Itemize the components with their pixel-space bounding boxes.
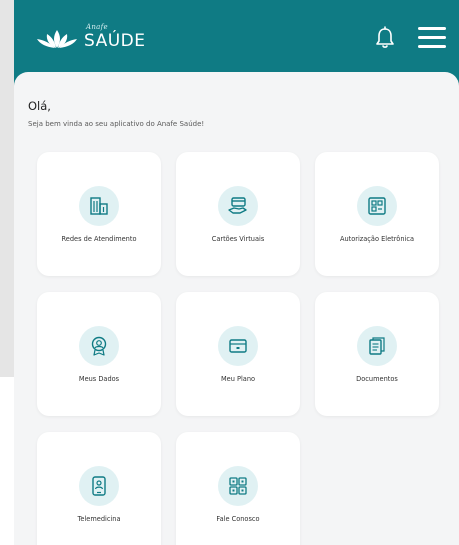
card-label: Telemedicina [77,515,121,523]
top-bar: Anafe SAÚDE [14,0,459,76]
bell-icon[interactable] [374,26,396,50]
card-label: Autorização Eletrônica [339,235,415,243]
app-screen: Anafe SAÚDE Olá, Seja bem vinda ao seu a… [14,0,459,545]
card-label: Documentos [356,375,398,383]
building-icon [90,197,108,215]
user-badge-icon [91,336,107,356]
card-documentos[interactable]: Documentos [315,292,439,416]
phone-doctor-icon [92,476,106,496]
card-meus-dados[interactable]: Meus Dados [37,292,161,416]
card-redes-de-atendimento[interactable]: Redes de Atendimento [37,152,161,276]
logo-text: SAÚDE [84,31,146,51]
icon-circle [79,186,119,226]
plan-card-icon [229,339,247,353]
authorization-icon [368,197,386,215]
card-telemedicina[interactable]: Telemedicina [37,432,161,545]
card-hand-icon [228,197,247,214]
greeting-subtitle: Seja bem vinda ao seu aplicativo do Anaf… [28,120,205,128]
documents-icon [369,337,385,355]
icon-circle [357,326,397,366]
greeting-title: Olá, [28,99,51,113]
anafe-saude-logo: Anafe SAÚDE [34,22,154,56]
icon-circle [218,326,258,366]
icon-circle [218,186,258,226]
hamburger-menu-icon[interactable] [418,25,446,49]
logo-small-text: Anafe [86,23,108,31]
card-meu-plano[interactable]: Meu Plano [176,292,300,416]
icon-circle [79,326,119,366]
card-fale-conosco[interactable]: Fale Conosco [176,432,300,545]
card-label: Cartões Virtuais [211,235,265,243]
lotus-logo-icon [37,30,77,48]
icon-circle [357,186,397,226]
card-label: Redes de Atendimento [61,235,137,243]
qr-contact-icon [229,477,247,495]
icon-circle [79,466,119,506]
card-label: Meus Dados [78,375,120,383]
card-autorizacao-eletronica[interactable]: Autorização Eletrônica [315,152,439,276]
card-label: Fale Conosco [216,515,260,523]
icon-circle [218,466,258,506]
card-label: Meu Plano [220,375,256,383]
main-content: Olá, Seja bem vinda ao seu aplicativo do… [14,72,459,545]
card-cartoes-virtuais[interactable]: Cartões Virtuais [176,152,300,276]
